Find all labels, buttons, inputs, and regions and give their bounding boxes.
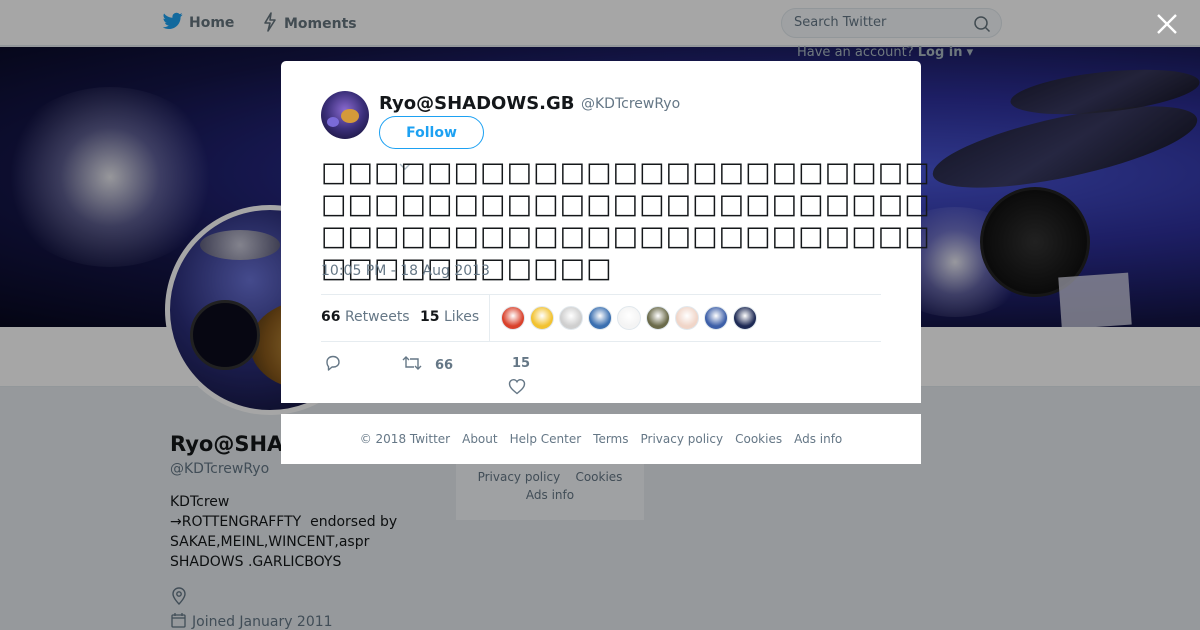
likes-count: 15: [420, 309, 440, 325]
footer-about-link[interactable]: About: [462, 432, 497, 446]
liker-avatar[interactable]: [733, 306, 757, 330]
copyright-text: © 2018 Twitter: [359, 432, 451, 446]
heart-icon: [508, 378, 526, 399]
footer-terms-link[interactable]: Terms: [593, 432, 628, 446]
author-handle[interactable]: @KDTcrewRyo: [581, 96, 680, 112]
liker-avatars: [501, 306, 757, 330]
liker-avatar[interactable]: [704, 306, 728, 330]
author-name[interactable]: Ryo@SHADOWS.GB: [379, 93, 575, 114]
retweets-stat[interactable]: 66 Retweets: [321, 309, 410, 325]
liker-avatar[interactable]: [588, 306, 612, 330]
likes-stat[interactable]: 15 Likes: [420, 309, 479, 325]
retweets-count: 66: [321, 309, 341, 325]
liker-avatar[interactable]: [617, 306, 641, 330]
reply-icon: [324, 354, 342, 376]
retweet-count: 66: [435, 357, 454, 373]
footer-help-link[interactable]: Help Center: [510, 432, 582, 446]
likes-label: Likes: [443, 309, 480, 325]
tweet-permalink-modal: Ryo@SHADOWS.GB @KDTcrewRyo Follow □□□□□□…: [281, 61, 930, 403]
liker-avatar[interactable]: [646, 306, 670, 330]
retweet-icon: [401, 355, 423, 375]
retweet-button[interactable]: 66: [401, 355, 453, 375]
footer-ads-link[interactable]: Ads info: [794, 432, 842, 446]
modal-footer: © 2018 Twitter About Help Center Terms P…: [281, 414, 921, 464]
liker-avatar[interactable]: [559, 306, 583, 330]
footer-cookies-link[interactable]: Cookies: [735, 432, 782, 446]
tweet-stats: 66 Retweets 15 Likes: [321, 294, 881, 342]
tweet-timestamp[interactable]: 10:05 PM - 18 Aug 2013: [321, 263, 490, 279]
reply-button[interactable]: [324, 354, 342, 376]
retweets-label: Retweets: [344, 309, 410, 325]
liker-avatar[interactable]: [530, 306, 554, 330]
like-count: 15: [512, 356, 531, 371]
liker-avatar[interactable]: [501, 306, 525, 330]
liker-avatar[interactable]: [675, 306, 699, 330]
footer-privacy-link[interactable]: Privacy policy: [641, 432, 724, 446]
stats-divider: [489, 295, 490, 341]
like-button[interactable]: [508, 378, 526, 399]
close-icon[interactable]: [1154, 11, 1180, 37]
author-avatar[interactable]: [321, 91, 369, 139]
follow-button[interactable]: Follow: [379, 116, 484, 149]
